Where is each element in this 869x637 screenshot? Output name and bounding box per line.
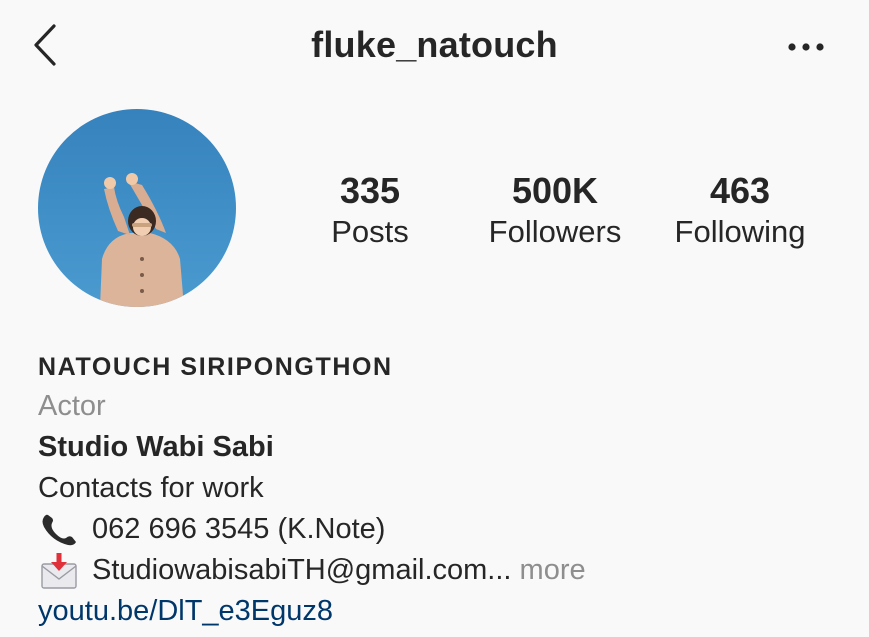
profile-photo (38, 109, 236, 307)
phone-text: 062 696 3545 (K.Note) (92, 513, 386, 545)
stat-posts[interactable]: 335 Posts (318, 170, 422, 252)
following-count: 463 (709, 170, 771, 211)
more-horizontal-icon (788, 43, 824, 51)
posts-count: 335 (339, 170, 401, 211)
stat-followers[interactable]: 500K Followers (478, 170, 632, 252)
following-label: Following (674, 214, 806, 249)
posts-label: Posts (331, 214, 409, 249)
followers-count: 500K (511, 170, 599, 211)
bio-website-link[interactable]: youtu.be/DlT_e3Eguz8 (38, 591, 858, 632)
profile-bio: NATOUCH SIRIPONGTHON Actor Studio Wabi S… (38, 348, 858, 632)
telephone-receiver-icon (42, 515, 76, 546)
email-text: StudiowabisabiTH@gmail.com... (92, 554, 512, 586)
category-label: Actor (38, 390, 106, 422)
envelope-with-arrow-icon (41, 553, 77, 590)
avatar[interactable] (38, 109, 236, 307)
full-name: NATOUCH SIRIPONGTHON (38, 353, 393, 381)
bio-studio: Studio Wabi Sabi (38, 431, 274, 463)
more-options-button[interactable] (784, 32, 828, 62)
bio-contacts-text: Contacts for work (38, 472, 264, 504)
profile-username-title: fluke_natouch (311, 24, 558, 65)
bio-more-link[interactable]: more (520, 554, 586, 586)
bio-email-line: StudiowabisabiTH@gmail.com... more (38, 550, 858, 591)
followers-label: Followers (488, 214, 622, 249)
profile-header: fluke_natouch (0, 0, 869, 96)
bio-phone-line: 062 696 3545 (K.Note) (38, 509, 858, 550)
stat-following[interactable]: 463 Following (664, 170, 816, 252)
